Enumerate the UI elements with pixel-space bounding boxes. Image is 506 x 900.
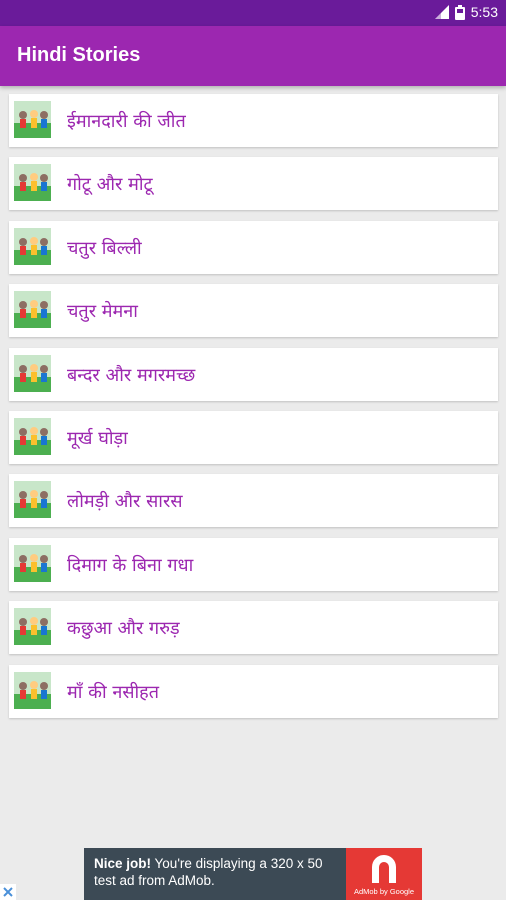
story-item[interactable]: मूर्ख घोड़ा — [9, 410, 498, 464]
story-thumbnail-icon — [14, 608, 51, 646]
ad-headline: Nice job! — [94, 856, 152, 871]
story-title: चतुर मेमना — [67, 301, 138, 323]
status-icons: 5:53 — [434, 4, 498, 20]
story-title: कछुआ और गरुड़ — [67, 618, 180, 640]
story-item[interactable]: लोमड़ी और सारस — [9, 474, 498, 528]
story-item[interactable]: कछुआ और गरुड़ — [9, 601, 498, 655]
story-thumbnail-icon — [14, 544, 51, 582]
status-time: 5:53 — [470, 4, 498, 20]
story-item[interactable]: चतुर बिल्ली — [9, 220, 498, 274]
story-thumbnail-icon — [14, 481, 51, 519]
story-thumbnail-icon — [14, 417, 51, 455]
battery-icon — [454, 4, 465, 20]
app-bar: Hindi Stories — [0, 26, 506, 86]
story-thumbnail-icon — [14, 354, 51, 392]
story-thumbnail-icon — [14, 164, 51, 202]
story-item[interactable]: दिमाग के बिना गधा — [9, 537, 498, 591]
story-thumbnail-icon — [14, 101, 51, 138]
story-title: बन्दर और मगरमच्छ — [67, 364, 196, 386]
story-title: चतुर बिल्ली — [67, 237, 142, 259]
story-item[interactable]: माँ की नसीहत — [9, 664, 498, 718]
story-thumbnail-icon — [14, 227, 51, 265]
story-item[interactable]: चतुर मेमना — [9, 284, 498, 338]
story-title: मूर्ख घोड़ा — [67, 427, 128, 449]
story-title: लोमड़ी और सारस — [67, 491, 183, 513]
admob-logo-box: AdMob by Google — [346, 848, 422, 900]
story-item[interactable]: गोटू और मोटू — [9, 157, 498, 211]
story-thumbnail-icon — [14, 291, 51, 329]
story-thumbnail-icon — [14, 671, 51, 709]
story-list: ईमानदारी की जीत गोटू और मोटू चतुर बिल्ली — [9, 94, 498, 728]
ad-close-icon[interactable] — [0, 884, 16, 900]
story-title: ईमानदारी की जीत — [67, 111, 186, 132]
story-title: दिमाग के बिना गधा — [67, 554, 194, 576]
story-item[interactable]: बन्दर और मगरमच्छ — [9, 347, 498, 401]
story-title: गोटू और मोटू — [67, 174, 153, 196]
ad-logo-caption: AdMob by Google — [353, 887, 415, 896]
admob-logo-icon — [372, 855, 396, 883]
ad-banner[interactable]: Nice job! You're displaying a 320 x 50 t… — [84, 848, 422, 900]
story-title: माँ की नसीहत — [67, 681, 159, 703]
signal-icon — [434, 5, 449, 19]
ad-text: Nice job! You're displaying a 320 x 50 t… — [94, 855, 344, 889]
story-item[interactable]: ईमानदारी की जीत — [9, 94, 498, 147]
app-title: Hindi Stories — [17, 44, 141, 66]
status-bar: 5:53 — [0, 0, 506, 26]
